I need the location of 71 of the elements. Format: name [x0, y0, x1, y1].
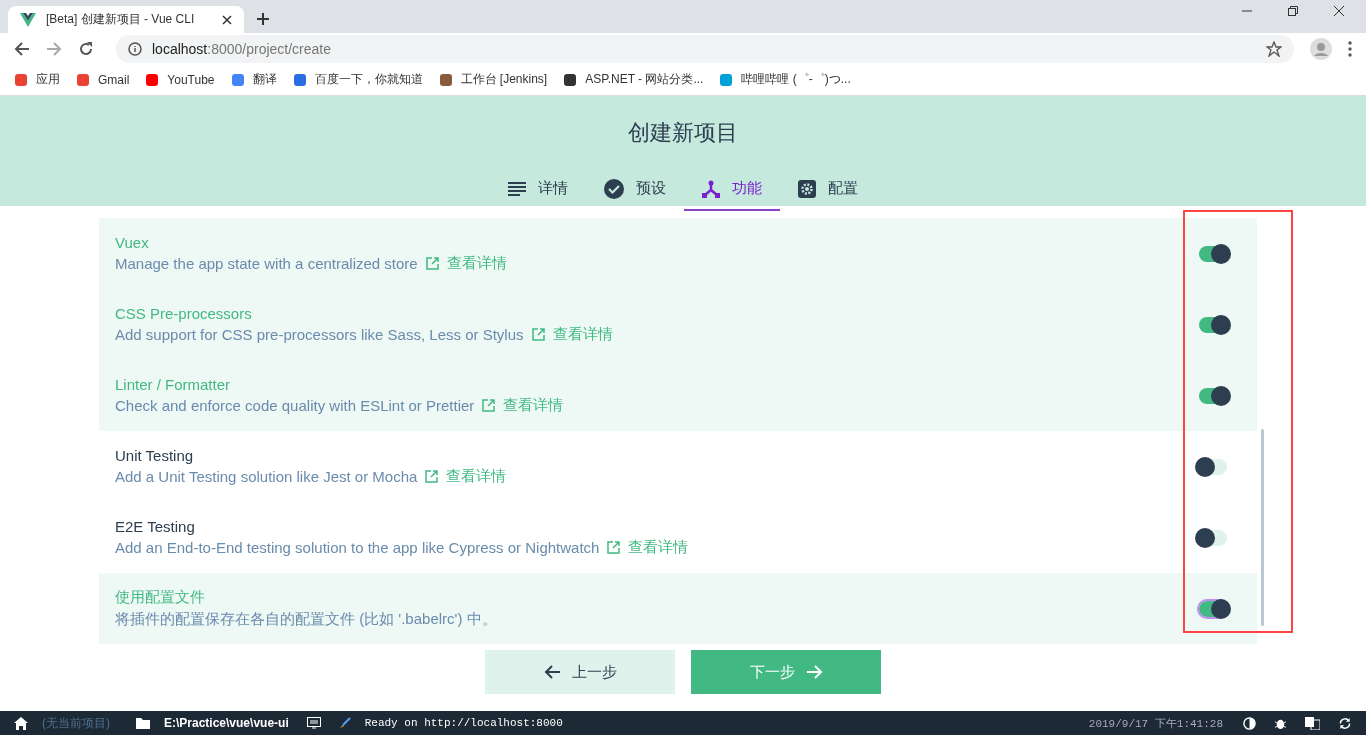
right-arrow-icon	[806, 665, 823, 680]
feature-description: Add support for CSS pre-processors like Sass, Less or Stylus	[115, 326, 524, 344]
bookmark-icon	[438, 73, 453, 87]
scrollbar[interactable]	[1261, 429, 1264, 627]
info-icon	[128, 42, 142, 57]
feature-name: CSS Pre-processors	[115, 305, 253, 323]
external-link-icon	[607, 541, 621, 555]
new-tab-icon[interactable]	[256, 12, 270, 27]
feature-row[interactable]: E2E Testing Add an End-to-End testing solution to the app like Cypress or Nightwatch 查看详情	[99, 502, 1257, 574]
bookmark-icon	[14, 73, 28, 87]
close-icon[interactable]	[222, 14, 232, 25]
bookmark-item[interactable]: 翻译	[230, 71, 277, 89]
reload-icon[interactable]	[78, 41, 94, 58]
feature-description: Add a Unit Testing solution like Jest or Mocha	[115, 468, 418, 486]
folder-icon	[136, 717, 150, 730]
address-bar[interactable]: localhost:8000/project/create	[116, 35, 1294, 64]
left-arrow-icon	[543, 665, 560, 680]
gear-icon	[798, 179, 816, 198]
bookmark-icon	[145, 73, 160, 87]
bookmark-item[interactable]: YouTube	[145, 73, 215, 87]
step-tab[interactable]: 功能	[684, 168, 780, 212]
bookmark-icon	[292, 73, 307, 87]
bookmark-item[interactable]: 应用	[14, 71, 60, 89]
external-link-icon	[425, 257, 439, 271]
feature-name: Linter / Formatter	[115, 376, 232, 394]
external-link-icon	[531, 328, 545, 342]
bookmark-icon	[230, 73, 245, 87]
bookmark-icon	[563, 73, 578, 87]
log-message: Ready on http://localhost:8000	[364, 717, 563, 730]
check-circle-icon	[604, 178, 624, 199]
feature-name: Unit Testing	[115, 447, 195, 465]
home-icon[interactable]	[14, 716, 28, 730]
console-icon[interactable]	[306, 717, 321, 730]
feature-name: 使用配置文件	[115, 588, 206, 608]
feature-description: Check and enforce code quality with ESLint or Prettier	[115, 397, 475, 415]
branch-icon	[702, 179, 720, 198]
feature-description: Manage the app state with a centralized store	[115, 255, 418, 273]
external-link-icon	[425, 470, 439, 484]
feature-description: 将插件的配置保存在各自的配置文件 (比如 '.babelrc') 中。	[115, 610, 497, 630]
profile-avatar-icon[interactable]	[1310, 38, 1332, 61]
browser-tab[interactable]: [Beta] 创建新项目 - Vue CLI	[8, 6, 244, 34]
vue-logo-icon	[20, 12, 36, 27]
list-icon	[508, 181, 526, 196]
refresh-icon[interactable]	[1338, 716, 1352, 730]
bookmark-item[interactable]: 哔哩哔哩 (゜-゜)つ...	[719, 71, 851, 89]
bookmark-item[interactable]: 工作台 [Jenkins]	[438, 71, 548, 89]
feature-name: Vuex	[115, 234, 150, 252]
feature-name: E2E Testing	[115, 518, 196, 536]
bookmark-item[interactable]: 百度一下，你就知道	[292, 71, 423, 89]
more-menu-icon[interactable]	[1348, 41, 1352, 58]
url-text: localhost:8000/project/create	[152, 41, 331, 58]
close-icon[interactable]	[1334, 5, 1344, 16]
previous-button[interactable]: 上一步	[485, 650, 675, 695]
bookmark-item[interactable]: ASP.NET - 网站分类...	[563, 71, 704, 89]
back-arrow-icon[interactable]	[14, 41, 30, 58]
date-time: 2019/9/17 下午1:41:28	[1088, 716, 1223, 731]
bookmark-item[interactable]: Gmail	[76, 73, 130, 87]
contrast-icon[interactable]	[1243, 716, 1256, 730]
star-icon[interactable]	[1266, 41, 1282, 58]
folder-path[interactable]: E:\Practice\vue\vue-ui	[164, 716, 289, 731]
step-tab[interactable]: 配置	[780, 168, 876, 212]
bookmark-icon	[76, 73, 90, 87]
step-tab[interactable]: 预设	[586, 168, 684, 212]
page-title: 创建新项目	[628, 119, 738, 148]
restore-icon[interactable]	[1288, 5, 1298, 16]
step-tab[interactable]: 详情	[490, 168, 586, 212]
bookmark-icon	[719, 73, 734, 87]
external-link-icon	[482, 399, 496, 413]
feature-row[interactable]: Unit Testing Add a Unit Testing solution like Jest or Mocha 查看详情	[99, 431, 1257, 503]
feature-description: Add an End-to-End testing solution to the app like Cypress or Nightwatch	[115, 539, 600, 557]
tab-title: [Beta] 创建新项目 - Vue CLI	[46, 11, 196, 29]
